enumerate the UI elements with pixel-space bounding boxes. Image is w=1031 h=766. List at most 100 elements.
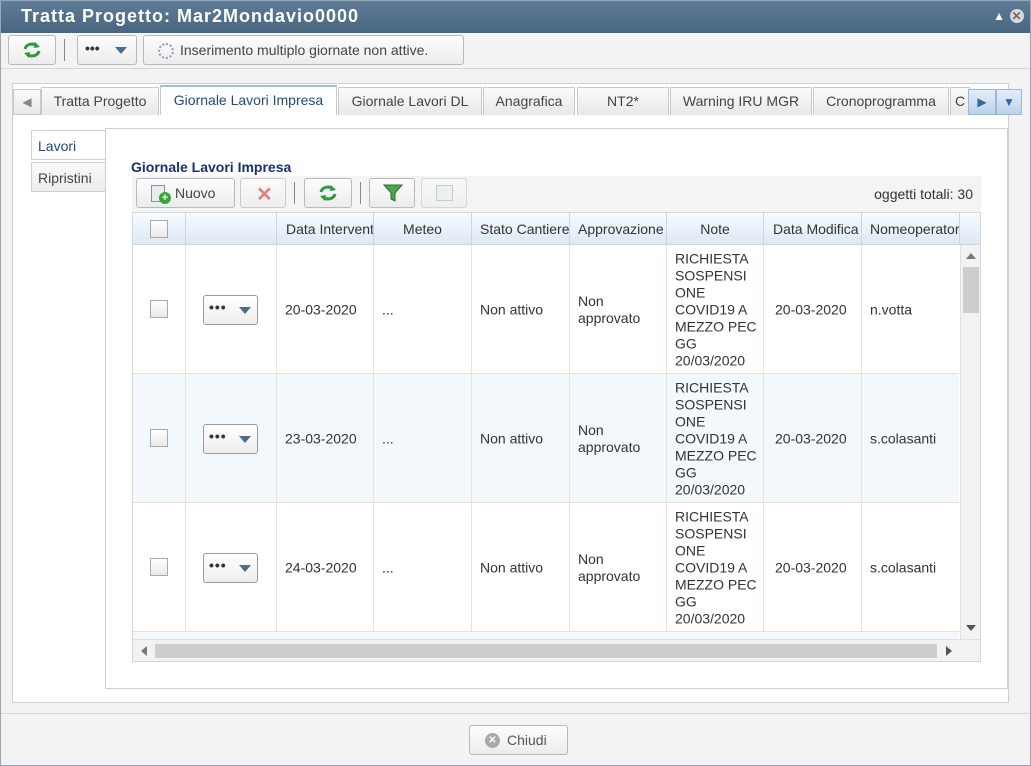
scroll-up-icon[interactable] <box>966 253 976 259</box>
tab-nt2[interactable]: NT2* <box>577 87 669 115</box>
more-actions-dropdown[interactable]: ••• <box>77 35 137 65</box>
header-approvazione[interactable]: Approvazione <box>570 213 667 245</box>
tab-cronoprogramma[interactable]: Cronoprogramma <box>813 87 949 115</box>
refresh-icon <box>23 42 41 58</box>
multi-insert-label: Inserimento multiplo giornate non attive… <box>180 42 429 58</box>
row-more-dots: ••• <box>209 427 227 444</box>
export-button[interactable] <box>421 178 467 208</box>
filter-button[interactable] <box>369 178 415 208</box>
tab-truncated[interactable]: C <box>950 87 970 115</box>
chevron-down-icon <box>239 435 251 443</box>
cell-data-modifica: 20-03-2020 <box>775 430 847 446</box>
chevron-down-icon <box>239 564 251 572</box>
cell-note: RICHIESTA SOSPENSI ONE COVID19 A MEZZO P… <box>675 250 757 368</box>
cell-approvazione: Non approvato <box>578 550 641 584</box>
tab-tratta-progetto[interactable]: Tratta Progetto <box>41 87 159 115</box>
tab-anagrafica[interactable]: Anagrafica <box>483 87 575 115</box>
multi-insert-button[interactable]: Inserimento multiplo giornate non attive… <box>143 35 464 65</box>
export-icon <box>436 185 453 201</box>
scroll-down-icon[interactable] <box>966 625 976 631</box>
tab-label: Warning IRU MGR <box>682 93 800 109</box>
close-button[interactable]: ✕ Chiudi <box>469 725 568 755</box>
cell-note: RICHIESTA SOSPENSI ONE COVID19 A MEZZO P… <box>675 379 757 497</box>
cell-meteo: ... <box>382 301 394 317</box>
cell-data-modifica: 20-03-2020 <box>775 559 847 575</box>
grid-refresh-button[interactable] <box>304 178 352 208</box>
side-tab-label: Ripristini <box>38 170 92 186</box>
tab-label: Giornale Lavori Impresa <box>173 92 324 108</box>
dialog-window: Tratta Progetto: Mar2Mondavio0000 ▲ ✕ ••… <box>0 0 1031 766</box>
new-label: Nuovo <box>175 185 216 201</box>
row-actions-dropdown[interactable]: ••• <box>203 552 258 583</box>
header-data-intervento[interactable]: Data Intervento <box>277 213 374 245</box>
side-tab-ripristini[interactable]: Ripristini <box>31 162 106 192</box>
tab-giornale-lavori-impresa[interactable]: Giornale Lavori Impresa <box>160 85 337 115</box>
grid-toolbar-separator <box>360 182 361 204</box>
table-row[interactable]: ••• 24-03-2020 ... Non attivo Non approv… <box>133 503 959 632</box>
refresh-button[interactable] <box>8 35 56 65</box>
delete-button[interactable]: ✕ <box>240 178 286 208</box>
filter-icon <box>383 184 403 202</box>
collapse-icon[interactable]: ▲ <box>993 9 1006 23</box>
scroll-left-icon[interactable] <box>141 646 147 656</box>
cell-stato-cantiere: Non attivo <box>480 301 544 317</box>
header-stato-cantiere[interactable]: Stato Cantiere <box>472 213 570 245</box>
cell-data-intervento: 23-03-2020 <box>285 430 357 446</box>
cell-meteo: ... <box>382 430 394 446</box>
table-row[interactable]: ••• 23-03-2020 ... Non attivo Non approv… <box>133 374 959 503</box>
hscroll-thumb[interactable] <box>155 644 937 658</box>
header-data-modifica[interactable]: Data Modifica <box>764 213 862 245</box>
tab-warning-iru-mgr[interactable]: Warning IRU MGR <box>670 87 812 115</box>
close-icon[interactable]: ✕ <box>1010 9 1024 23</box>
row-more-dots: ••• <box>209 298 227 315</box>
plus-icon: + <box>159 192 171 204</box>
grid-header: Data Intervento Meteo Stato Cantiere App… <box>133 213 980 245</box>
tab-scroll-left-icon[interactable]: ◀ <box>13 89 41 115</box>
cell-meteo: ... <box>382 559 394 575</box>
table-row[interactable]: ••• 20-03-2020 ... Non attivo Non approv… <box>133 245 959 374</box>
tab-scroll-right-icon[interactable]: ▶ <box>968 89 996 115</box>
cell-nomeoperatore: s.colasanti <box>870 430 937 446</box>
grid-toolbar: + Nuovo ✕ oggetti totali: 30 <box>132 176 981 212</box>
row-checkbox[interactable] <box>150 300 168 318</box>
header-note[interactable]: Note <box>667 213 764 245</box>
side-tab-label: Lavori <box>38 138 77 154</box>
cell-note: RICHIESTA SOSPENSI ONE COVID19 A MEZZO P… <box>675 508 757 626</box>
tab-giornale-lavori-dl[interactable]: Giornale Lavori DL <box>338 87 482 115</box>
cell-nomeoperatore: n.votta <box>870 301 913 317</box>
tab-menu-chevron-down-icon[interactable]: ▼ <box>996 89 1022 115</box>
close-circle-icon: ✕ <box>485 733 500 748</box>
grid-title: Giornale Lavori Impresa <box>131 159 292 175</box>
vertical-scrollbar[interactable] <box>960 245 980 639</box>
tab-strip: ◀ Tratta Progetto Giornale Lavori Impres… <box>13 85 1023 117</box>
cell-data-modifica: 20-03-2020 <box>775 301 847 317</box>
side-tab-lavori[interactable]: Lavori <box>31 130 106 160</box>
cell-stato-cantiere: Non attivo <box>480 430 544 446</box>
scroll-right-icon[interactable] <box>946 646 952 656</box>
new-button[interactable]: + Nuovo <box>136 178 235 208</box>
row-checkbox[interactable] <box>150 429 168 447</box>
cell-stato-cantiere: Non attivo <box>480 559 544 575</box>
cell-data-intervento: 20-03-2020 <box>285 301 357 317</box>
row-checkbox[interactable] <box>150 558 168 576</box>
tab-label: Cronoprogramma <box>826 93 936 109</box>
horizontal-scrollbar[interactable] <box>133 639 980 661</box>
row-actions-dropdown[interactable]: ••• <box>203 423 258 454</box>
row-more-dots: ••• <box>209 556 227 573</box>
tab-label: Anagrafica <box>495 93 563 109</box>
select-all-checkbox[interactable] <box>150 220 168 238</box>
scroll-thumb[interactable] <box>963 267 979 313</box>
header-meteo[interactable]: Meteo <box>374 213 472 245</box>
header-nomeoperatore[interactable]: Nomeoperatore <box>862 213 960 245</box>
cell-data-intervento: 24-03-2020 <box>285 559 357 575</box>
dialog-footer: ✕ Chiudi <box>1 713 1030 765</box>
toolbar-separator <box>64 39 65 61</box>
tab-label: Giornale Lavori DL <box>351 93 469 109</box>
header-select-all[interactable] <box>133 213 186 245</box>
more-dots: ••• <box>85 40 100 56</box>
tab-label: C <box>954 93 966 109</box>
title-bar[interactable]: Tratta Progetto: Mar2Mondavio0000 ▲ ✕ <box>1 1 1030 33</box>
header-actions <box>186 213 277 245</box>
row-actions-dropdown[interactable]: ••• <box>203 294 258 325</box>
chevron-down-icon <box>115 47 127 54</box>
